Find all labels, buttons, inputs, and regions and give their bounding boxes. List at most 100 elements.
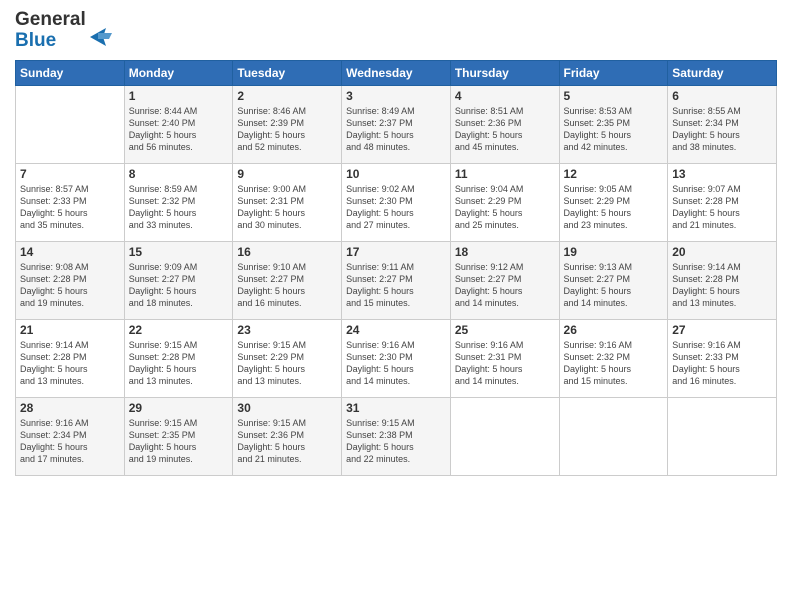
- day-number: 18: [455, 245, 555, 259]
- logo-bird-icon: [90, 26, 112, 48]
- cell-content: Sunrise: 8:51 AM Sunset: 2:36 PM Dayligh…: [455, 105, 555, 154]
- calendar-cell: 31 Sunrise: 9:15 AM Sunset: 2:38 PM Dayli…: [342, 397, 451, 475]
- calendar-cell: 28 Sunrise: 9:16 AM Sunset: 2:34 PM Dayli…: [16, 397, 125, 475]
- day-number: 31: [346, 401, 446, 415]
- calendar-cell: 10Sunrise: 9:02 AM Sunset: 2:30 PM Dayli…: [342, 163, 451, 241]
- calendar-cell: 26 Sunrise: 9:16 AM Sunset: 2:32 PM Dayli…: [559, 319, 668, 397]
- day-number: 30: [237, 401, 337, 415]
- cell-content: Sunrise: 9:15 AM Sunset: 2:28 PM Dayligh…: [129, 339, 229, 388]
- calendar-cell: 24 Sunrise: 9:16 AM Sunset: 2:30 PM Dayli…: [342, 319, 451, 397]
- day-number: 25: [455, 323, 555, 337]
- calendar-cell: 15Sunrise: 9:09 AM Sunset: 2:27 PM Dayli…: [124, 241, 233, 319]
- day-number: 20: [672, 245, 772, 259]
- calendar-cell: 20 Sunrise: 9:14 AM Sunset: 2:28 PM Dayli…: [668, 241, 777, 319]
- calendar-cell: 25 Sunrise: 9:16 AM Sunset: 2:31 PM Dayli…: [450, 319, 559, 397]
- day-number: 12: [564, 167, 664, 181]
- day-number: 4: [455, 89, 555, 103]
- day-number: 10: [346, 167, 446, 181]
- calendar-cell: 6 Sunrise: 8:55 AM Sunset: 2:34 PM Daylig…: [668, 85, 777, 163]
- day-number: 28: [20, 401, 120, 415]
- calendar-cell: 21 Sunrise: 9:14 AM Sunset: 2:28 PM Dayli…: [16, 319, 125, 397]
- calendar-cell: 19 Sunrise: 9:13 AM Sunset: 2:27 PM Dayli…: [559, 241, 668, 319]
- cell-content: Sunrise: 8:57 AM Sunset: 2:33 PM Dayligh…: [20, 183, 120, 232]
- day-number: 11: [455, 167, 555, 181]
- day-number: 15: [129, 245, 229, 259]
- calendar-header-row: SundayMondayTuesdayWednesdayThursdayFrid…: [16, 60, 777, 85]
- cell-content: Sunrise: 8:49 AM Sunset: 2:37 PM Dayligh…: [346, 105, 446, 154]
- calendar-cell: 30Sunrise: 9:15 AM Sunset: 2:36 PM Dayli…: [233, 397, 342, 475]
- calendar-cell: 18 Sunrise: 9:12 AM Sunset: 2:27 PM Dayli…: [450, 241, 559, 319]
- day-number: 26: [564, 323, 664, 337]
- day-header-tuesday: Tuesday: [233, 60, 342, 85]
- calendar-cell: 9 Sunrise: 9:00 AM Sunset: 2:31 PM Daylig…: [233, 163, 342, 241]
- calendar-cell: 29Sunrise: 9:15 AM Sunset: 2:35 PM Dayli…: [124, 397, 233, 475]
- day-number: 23: [237, 323, 337, 337]
- calendar-table: SundayMondayTuesdayWednesdayThursdayFrid…: [15, 60, 777, 476]
- day-number: 16: [237, 245, 337, 259]
- cell-content: Sunrise: 9:16 AM Sunset: 2:34 PM Dayligh…: [20, 417, 120, 466]
- calendar-cell: 7 Sunrise: 8:57 AM Sunset: 2:33 PM Daylig…: [16, 163, 125, 241]
- day-number: 22: [129, 323, 229, 337]
- cell-content: Sunrise: 9:16 AM Sunset: 2:30 PM Dayligh…: [346, 339, 446, 388]
- day-number: 29: [129, 401, 229, 415]
- day-number: 3: [346, 89, 446, 103]
- calendar-week-5: 28 Sunrise: 9:16 AM Sunset: 2:34 PM Dayli…: [16, 397, 777, 475]
- calendar-week-2: 7 Sunrise: 8:57 AM Sunset: 2:33 PM Daylig…: [16, 163, 777, 241]
- cell-content: Sunrise: 9:15 AM Sunset: 2:29 PM Dayligh…: [237, 339, 337, 388]
- cell-content: Sunrise: 9:10 AM Sunset: 2:27 PM Dayligh…: [237, 261, 337, 310]
- calendar-week-3: 14 Sunrise: 9:08 AM Sunset: 2:28 PM Dayli…: [16, 241, 777, 319]
- calendar-week-1: 1Sunrise: 8:44 AM Sunset: 2:40 PM Daylig…: [16, 85, 777, 163]
- calendar-cell: 23 Sunrise: 9:15 AM Sunset: 2:29 PM Dayli…: [233, 319, 342, 397]
- logo: General Blue: [15, 10, 112, 52]
- day-number: 21: [20, 323, 120, 337]
- logo-general-text: General: [15, 10, 86, 31]
- cell-content: Sunrise: 8:59 AM Sunset: 2:32 PM Dayligh…: [129, 183, 229, 232]
- calendar-week-4: 21 Sunrise: 9:14 AM Sunset: 2:28 PM Dayli…: [16, 319, 777, 397]
- cell-content: Sunrise: 9:13 AM Sunset: 2:27 PM Dayligh…: [564, 261, 664, 310]
- calendar-cell: 1Sunrise: 8:44 AM Sunset: 2:40 PM Daylig…: [124, 85, 233, 163]
- calendar-cell: 27 Sunrise: 9:16 AM Sunset: 2:33 PM Dayli…: [668, 319, 777, 397]
- day-header-friday: Friday: [559, 60, 668, 85]
- day-number: 24: [346, 323, 446, 337]
- cell-content: Sunrise: 9:16 AM Sunset: 2:32 PM Dayligh…: [564, 339, 664, 388]
- calendar-cell: 17Sunrise: 9:11 AM Sunset: 2:27 PM Dayli…: [342, 241, 451, 319]
- day-header-wednesday: Wednesday: [342, 60, 451, 85]
- cell-content: Sunrise: 9:14 AM Sunset: 2:28 PM Dayligh…: [672, 261, 772, 310]
- cell-content: Sunrise: 8:44 AM Sunset: 2:40 PM Dayligh…: [129, 105, 229, 154]
- logo-blue-text: Blue: [15, 31, 86, 52]
- day-number: 27: [672, 323, 772, 337]
- day-number: 7: [20, 167, 120, 181]
- day-number: 9: [237, 167, 337, 181]
- cell-content: Sunrise: 9:15 AM Sunset: 2:38 PM Dayligh…: [346, 417, 446, 466]
- calendar-cell: [16, 85, 125, 163]
- day-number: 19: [564, 245, 664, 259]
- day-header-thursday: Thursday: [450, 60, 559, 85]
- day-number: 8: [129, 167, 229, 181]
- calendar-cell: 4 Sunrise: 8:51 AM Sunset: 2:36 PM Daylig…: [450, 85, 559, 163]
- calendar-cell: [559, 397, 668, 475]
- cell-content: Sunrise: 9:16 AM Sunset: 2:33 PM Dayligh…: [672, 339, 772, 388]
- cell-content: Sunrise: 8:55 AM Sunset: 2:34 PM Dayligh…: [672, 105, 772, 154]
- day-header-sunday: Sunday: [16, 60, 125, 85]
- day-number: 2: [237, 89, 337, 103]
- cell-content: Sunrise: 9:14 AM Sunset: 2:28 PM Dayligh…: [20, 339, 120, 388]
- cell-content: Sunrise: 9:00 AM Sunset: 2:31 PM Dayligh…: [237, 183, 337, 232]
- day-number: 14: [20, 245, 120, 259]
- cell-content: Sunrise: 9:08 AM Sunset: 2:28 PM Dayligh…: [20, 261, 120, 310]
- calendar-cell: [450, 397, 559, 475]
- cell-content: Sunrise: 9:04 AM Sunset: 2:29 PM Dayligh…: [455, 183, 555, 232]
- calendar-cell: [668, 397, 777, 475]
- cell-content: Sunrise: 9:05 AM Sunset: 2:29 PM Dayligh…: [564, 183, 664, 232]
- cell-content: Sunrise: 9:16 AM Sunset: 2:31 PM Dayligh…: [455, 339, 555, 388]
- calendar-body: 1Sunrise: 8:44 AM Sunset: 2:40 PM Daylig…: [16, 85, 777, 475]
- calendar-cell: 12 Sunrise: 9:05 AM Sunset: 2:29 PM Dayli…: [559, 163, 668, 241]
- cell-content: Sunrise: 8:53 AM Sunset: 2:35 PM Dayligh…: [564, 105, 664, 154]
- day-header-saturday: Saturday: [668, 60, 777, 85]
- calendar-cell: 11 Sunrise: 9:04 AM Sunset: 2:29 PM Dayli…: [450, 163, 559, 241]
- day-number: 6: [672, 89, 772, 103]
- calendar-cell: 22 Sunrise: 9:15 AM Sunset: 2:28 PM Dayli…: [124, 319, 233, 397]
- cell-content: Sunrise: 8:46 AM Sunset: 2:39 PM Dayligh…: [237, 105, 337, 154]
- main-container: General Blue SundayMondayTuesdayWednesda…: [0, 0, 792, 612]
- cell-content: Sunrise: 9:12 AM Sunset: 2:27 PM Dayligh…: [455, 261, 555, 310]
- calendar-cell: 8 Sunrise: 8:59 AM Sunset: 2:32 PM Daylig…: [124, 163, 233, 241]
